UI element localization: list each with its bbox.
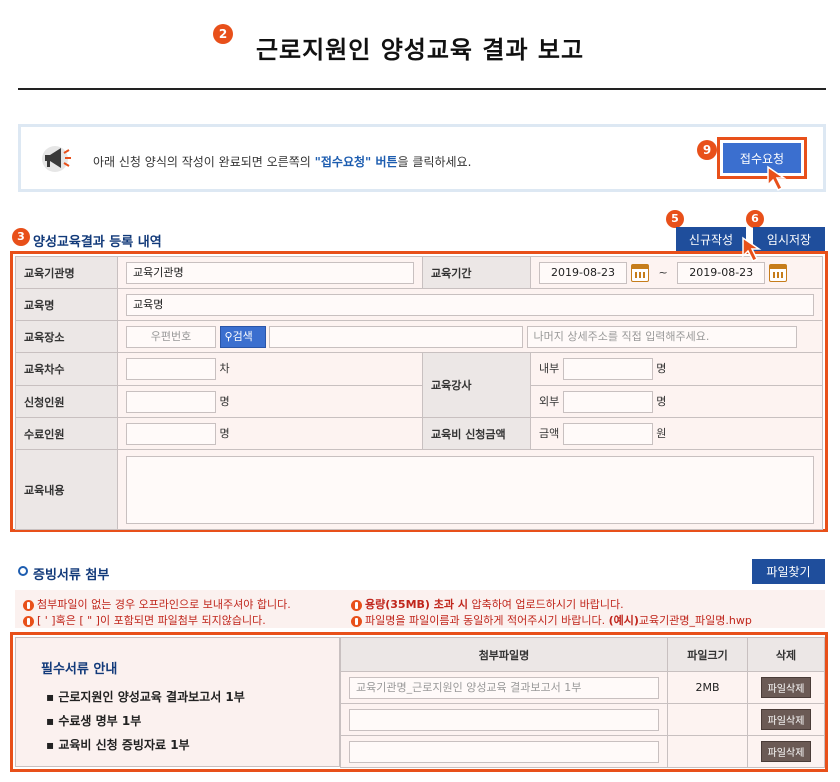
attachment-file-input[interactable]	[349, 708, 659, 731]
completed-unit: 명	[219, 426, 230, 440]
fee-label: 교육비 신청금액	[422, 417, 531, 450]
step-badge-6: 6	[746, 210, 764, 228]
delete-file-button[interactable]: 파일삭제	[760, 741, 812, 762]
attachment-size	[667, 703, 748, 736]
required-docs-panel: 필수서류 안내 ▪ 근로지원인 양성교육 결과보고서 1부 ▪ 수료생 명부 1…	[15, 637, 340, 767]
delete-file-button[interactable]: 파일삭제	[760, 709, 812, 730]
instructor-label: 교육강사	[422, 352, 531, 418]
required-doc-text: 교육비 신청 증빙자료 1부	[58, 738, 190, 752]
content-textarea[interactable]	[126, 455, 814, 524]
notice-text-before: 아래 신청 양식의 작성이 완료되면 오른쪽의	[93, 155, 315, 169]
info-icon	[351, 615, 362, 627]
step-badge-5: 5	[666, 210, 684, 228]
find-file-button[interactable]: 파일찾기	[752, 559, 825, 584]
internal-unit: 명	[656, 362, 667, 375]
attachment-row: 교육기관명_근로지원인 양성교육 결과보고서 1부 2MB 파일삭제	[340, 671, 825, 704]
note-item: [ ' ]혹은 [ " ]이 포함되면 파일첨부 되지않습니다.	[23, 612, 266, 628]
applicants-input[interactable]	[126, 390, 216, 413]
address-input[interactable]	[269, 325, 523, 348]
step-badge-3: 3	[12, 228, 30, 246]
required-doc-item: ▪ 수료생 명부 1부	[46, 714, 142, 728]
external-input[interactable]	[562, 390, 653, 413]
attachment-file-input[interactable]: 교육기관명_근로지원인 양성교육 결과보고서 1부	[349, 676, 659, 699]
note-item: 첨부파일이 없는 경우 오프라인으로 보내주셔야 합니다.	[23, 596, 291, 612]
section-title-attachments: 증빙서류 첨부	[33, 568, 110, 583]
notice-text-after: 을 클릭하세요.	[397, 155, 472, 169]
round-label: 교육차수	[15, 352, 118, 386]
period-label: 교육기간	[422, 256, 531, 289]
note-item: 파일명을 파일이름과 동일하게 적어주시기 바랍니다. (예시)교육기관명_파일…	[351, 612, 752, 628]
section-title-results: 양성교육결과 등록 내역	[33, 235, 162, 250]
title-divider	[18, 88, 826, 90]
calendar-icon[interactable]	[631, 263, 649, 282]
circle-bullet-icon	[18, 566, 28, 576]
external-label: 외부	[539, 394, 560, 408]
attachment-row: 파일삭제	[340, 703, 825, 736]
attachment-row: 파일삭제	[340, 735, 825, 768]
address-search-button[interactable]: ⚲검색	[219, 325, 266, 348]
col-file-header: 첨부파일명	[340, 637, 668, 672]
note-text: 압축하여 업로드하시기 바랍니다.	[467, 598, 624, 611]
notice-highlight: "접수요청" 버튼	[314, 155, 398, 169]
amount-input[interactable]	[562, 422, 653, 445]
cursor-arrow-icon	[767, 165, 787, 192]
completed-label: 수료인원	[15, 417, 118, 450]
period-start-input[interactable]: 2019-08-23	[539, 261, 627, 284]
col-delete-header: 삭제	[747, 637, 825, 672]
new-entry-button[interactable]: 신규작성	[676, 227, 746, 251]
step-badge-9: 9	[697, 140, 717, 160]
note-text: 파일명을 파일이름과 동일하게 적어주시기 바랍니다.	[365, 614, 609, 627]
cursor-arrow-icon	[742, 236, 762, 263]
note-text: 첨부파일이 없는 경우 오프라인으로 보내주셔야 합니다.	[37, 598, 291, 611]
attachment-size: 2MB	[667, 671, 748, 704]
note-bold-text: 용량(35MB) 초과 시	[365, 598, 468, 611]
course-name-label: 교육명	[15, 288, 118, 321]
megaphone-icon	[42, 146, 71, 172]
page-title: 근로지원인 양성교육 결과 보고	[255, 36, 585, 64]
external-unit: 명	[656, 394, 667, 408]
place-label: 교육장소	[15, 320, 118, 353]
delete-file-button[interactable]: 파일삭제	[760, 677, 812, 698]
note-bold-text: (예시)	[608, 614, 639, 627]
amount-unit: 원	[656, 426, 667, 440]
internal-label: 내부	[539, 362, 560, 375]
info-icon	[23, 599, 34, 611]
required-doc-text: 수료생 명부 1부	[58, 714, 142, 728]
course-name-input[interactable]: 교육명	[126, 293, 814, 316]
address-detail-input[interactable]: 나머지 상세주소를 직접 입력해주세요.	[526, 325, 797, 348]
col-size-header: 파일크기	[667, 637, 748, 672]
org-input[interactable]: 교육기관명	[126, 261, 414, 284]
completed-input[interactable]	[126, 422, 216, 445]
address-search-label: 검색	[232, 329, 253, 343]
note-item: 용량(35MB) 초과 시 압축하여 업로드하시기 바랍니다.	[351, 596, 624, 612]
attachment-table: 첨부파일명 파일크기 삭제 교육기관명_근로지원인 양성교육 결과보고서 1부 …	[340, 637, 825, 768]
calendar-icon[interactable]	[769, 263, 788, 282]
internal-input[interactable]	[562, 358, 653, 380]
zip-input[interactable]: 우편번호	[126, 325, 216, 348]
note-text: [ ' ]혹은 [ " ]이 포함되면 파일첨부 되지않습니다.	[37, 614, 266, 627]
required-doc-text: 근로지원인 양성교육 결과보고서 1부	[58, 690, 245, 704]
search-icon: ⚲	[224, 329, 233, 343]
amount-label: 금액	[539, 426, 560, 440]
org-label: 교육기관명	[15, 256, 118, 289]
round-unit: 차	[219, 362, 230, 375]
note-text: 교육기관명_파일명.hwp	[638, 614, 752, 627]
applicants-label: 신청인원	[15, 385, 118, 418]
required-docs-title: 필수서류 안내	[41, 662, 118, 677]
notice-text: 아래 신청 양식의 작성이 완료되면 오른쪽의 "접수요청" 버튼을 클릭하세요…	[93, 153, 471, 170]
required-doc-item: ▪ 근로지원인 양성교육 결과보고서 1부	[46, 690, 245, 704]
attachment-size	[667, 735, 748, 768]
attachment-file-input[interactable]	[349, 740, 659, 763]
required-doc-item: ▪ 교육비 신청 증빙자료 1부	[46, 738, 190, 752]
content-label: 교육내용	[15, 449, 118, 530]
applicants-unit: 명	[219, 394, 230, 408]
result-form-table: 교육기관명 교육기관명 교육기간 2019-08-23 ~ 2019-08-23…	[15, 256, 823, 530]
notes-box: 첨부파일이 없는 경우 오프라인으로 보내주셔야 합니다. [ ' ]혹은 [ …	[15, 590, 825, 628]
info-icon	[23, 615, 34, 627]
round-input[interactable]	[126, 358, 216, 380]
period-separator: ~	[658, 265, 668, 279]
info-icon	[351, 599, 362, 611]
